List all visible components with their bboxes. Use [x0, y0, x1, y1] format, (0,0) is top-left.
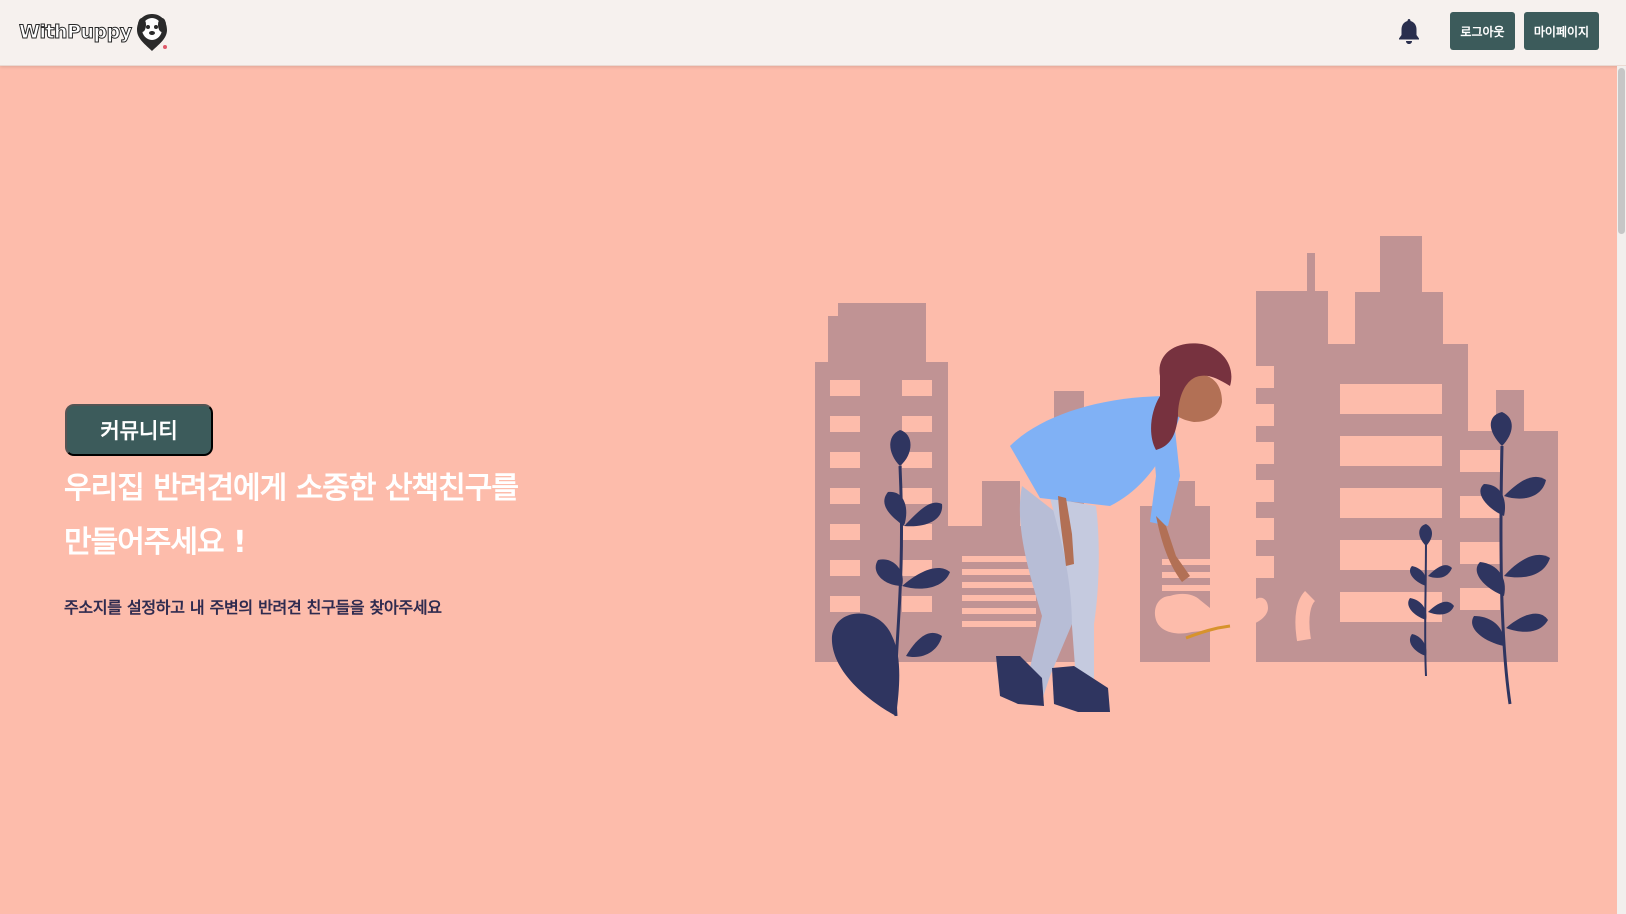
woman-walking-dog-city-illustration: [815, 236, 1558, 717]
hero-headline: 우리집 반려견에게 소중한 산책친구를 만들어주세요 !: [64, 462, 624, 570]
hero-subline: 주소지를 설정하고 내 주변의 반려견 친구들을 찾아주세요: [64, 598, 442, 617]
logout-button[interactable]: 로그아웃: [1450, 12, 1515, 50]
top-navbar: WithPuppy 로그아웃 마이페이지: [0, 0, 1626, 66]
community-button[interactable]: 커뮤니티: [65, 404, 213, 456]
hero-headline-line1: 우리집 반려견에게 소중한 산책친구를: [64, 471, 519, 506]
dog-face-logo-icon: [136, 14, 167, 51]
mypage-button[interactable]: 마이페이지: [1524, 12, 1599, 50]
page-scrollbar[interactable]: [1617, 66, 1626, 914]
bell-icon[interactable]: [1396, 17, 1422, 45]
scrollbar-thumb[interactable]: [1618, 68, 1625, 234]
site-logo[interactable]: WithPuppy: [19, 12, 170, 52]
logo-text: WithPuppy: [19, 21, 133, 44]
hero-headline-line2: 만들어주세요 !: [64, 525, 247, 560]
